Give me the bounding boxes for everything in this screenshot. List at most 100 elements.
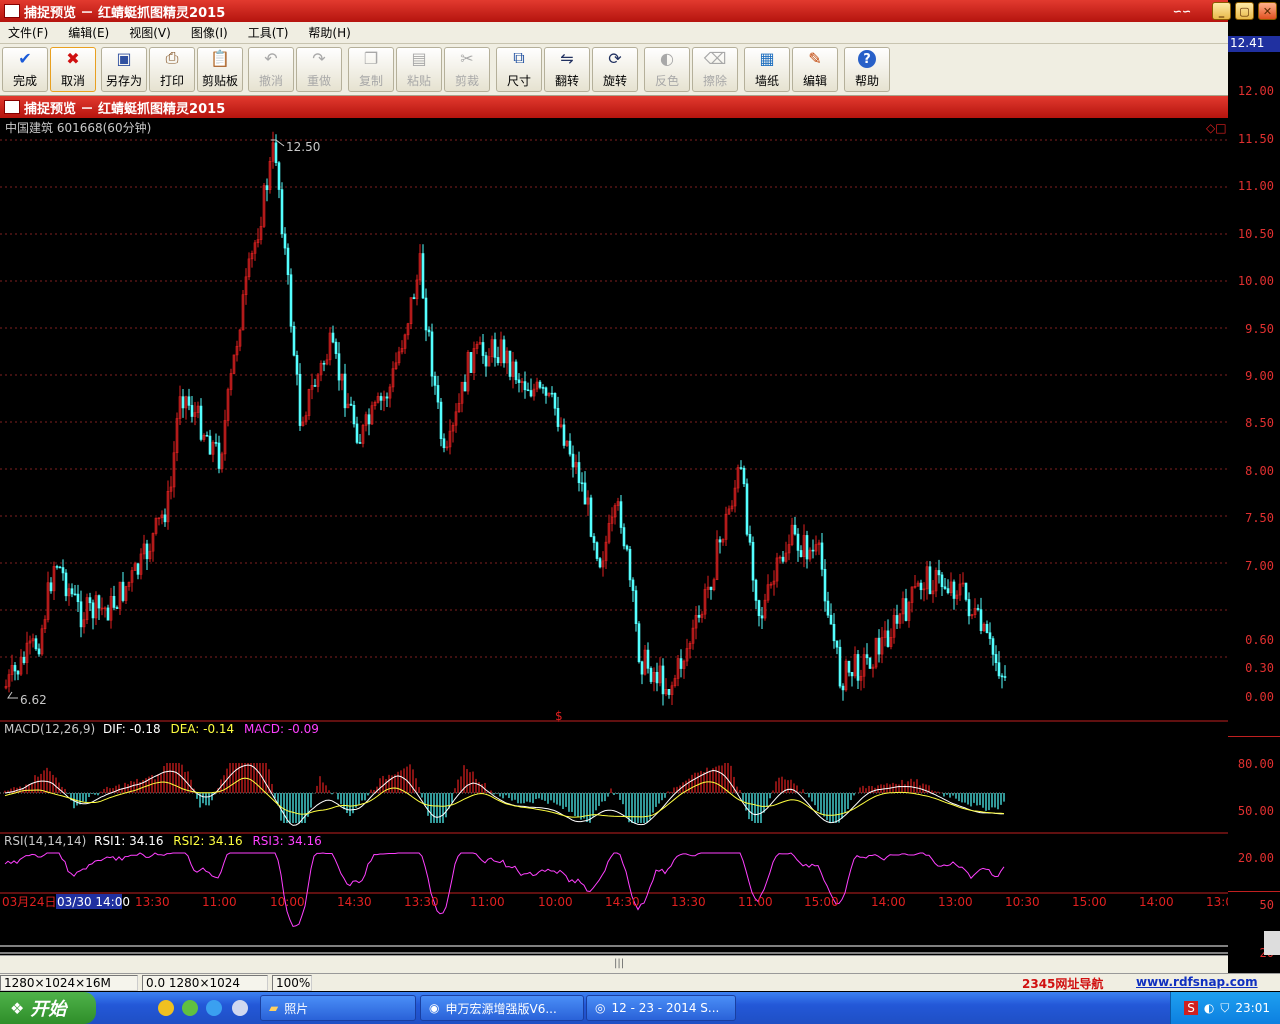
menu-view[interactable]: 视图(V) xyxy=(129,24,171,41)
menu-file[interactable]: 文件(F) xyxy=(8,24,48,41)
erase-button[interactable]: ⌫ 擦除 xyxy=(692,47,738,92)
candle-body xyxy=(526,389,530,392)
print-button[interactable]: ⎙ 打印 xyxy=(149,47,195,92)
menu-tools[interactable]: 工具(T) xyxy=(248,24,289,41)
candle-body xyxy=(502,339,506,364)
axis-label: 10.50 xyxy=(1237,227,1274,241)
candle-body xyxy=(442,438,446,449)
candle-body xyxy=(976,608,980,610)
candle-body xyxy=(865,654,869,659)
rotate-button[interactable]: ⟳ 旋转 xyxy=(592,47,638,92)
date-label: 13:30 xyxy=(404,895,439,909)
candle-body xyxy=(337,353,341,381)
candle-body xyxy=(343,373,347,409)
candle-body xyxy=(940,574,944,588)
candle-body xyxy=(760,615,764,619)
scrollbar-thumb[interactable] xyxy=(1264,931,1280,955)
candle-body xyxy=(697,615,701,618)
paste-button[interactable]: ▤ 粘贴 xyxy=(396,47,442,92)
candle-body xyxy=(433,375,437,386)
start-button[interactable]: ❖ 开始 xyxy=(0,992,96,1024)
candle-body xyxy=(430,331,434,377)
menu-image[interactable]: 图像(I) xyxy=(191,24,228,41)
candle-body xyxy=(37,648,41,655)
price-axis-panel: 12.41 12.00 11.50 11.00 10.50 10.00 9.50… xyxy=(1228,36,1280,973)
invert-button[interactable]: ◐ 反色 xyxy=(644,47,690,92)
candle-body xyxy=(757,600,761,617)
ie-browser-icon[interactable] xyxy=(206,1000,222,1016)
candle-body xyxy=(634,590,638,624)
show-desktop-icon[interactable] xyxy=(232,1000,248,1016)
minimize-icon[interactable]: _ xyxy=(1212,2,1231,20)
axis-label: 10.00 xyxy=(1237,274,1274,288)
candle-body xyxy=(841,685,845,691)
horizontal-scrollbar[interactable]: ||| xyxy=(0,955,1228,973)
edit-button[interactable]: ✎ 编辑 xyxy=(792,47,838,92)
chart-corner-icons[interactable]: ◇□ xyxy=(1206,121,1227,135)
undo-button[interactable]: ↶ 撤消 xyxy=(248,47,294,92)
captured-chart-image[interactable]: 中国建筑 601668(60分钟) 12.50 6.62 $ ◇□ MACD(1… xyxy=(0,118,1241,973)
candle-body xyxy=(679,658,683,669)
edit-icon: ✎ xyxy=(808,48,822,68)
candle-body xyxy=(358,442,362,444)
candle-body xyxy=(199,405,203,440)
high-price-label: 12.50 xyxy=(286,140,320,154)
candle-body xyxy=(334,341,338,354)
maximize-icon[interactable]: ▢ xyxy=(1235,2,1254,20)
candle-body xyxy=(796,533,800,551)
candle-body xyxy=(436,385,440,403)
split-marker: $ xyxy=(555,709,563,723)
quicklaunch-icon[interactable] xyxy=(158,1000,174,1016)
task-photos[interactable]: ▰ 照片 xyxy=(260,995,416,1021)
candle-body xyxy=(280,189,284,235)
resize-button[interactable]: ⧉ 尺寸 xyxy=(496,47,542,92)
candle-body xyxy=(115,607,119,609)
cancel-button[interactable]: ✖ 取消 xyxy=(50,47,96,92)
candle-body xyxy=(349,403,353,406)
copy-button[interactable]: ❐ 复制 xyxy=(348,47,394,92)
candle-body xyxy=(583,482,587,505)
redo-button[interactable]: ↷ 重做 xyxy=(296,47,342,92)
rsi-legend: RSI(14,14,14) RSI1: 34.16 RSI2: 34.16 RS… xyxy=(4,834,322,848)
menu-help[interactable]: 帮助(H) xyxy=(308,24,350,41)
website-link[interactable]: www.rdfsnap.com xyxy=(1136,975,1258,989)
candle-body xyxy=(379,396,383,401)
tray-icon[interactable]: S xyxy=(1184,1001,1198,1015)
candle-body xyxy=(718,539,722,543)
flip-button[interactable]: ⇋ 翻转 xyxy=(544,47,590,92)
system-tray: S ◐ ⛉ 23:01 xyxy=(1170,992,1280,1024)
date-label: 11:00 xyxy=(202,895,237,909)
crop-icon: ✂ xyxy=(460,48,474,68)
task-stock-app[interactable]: ◉ 申万宏源增强版V6... xyxy=(420,995,584,1021)
quicklaunch-icon[interactable] xyxy=(182,1000,198,1016)
candle-body xyxy=(544,387,548,396)
axis-label: 20.00 xyxy=(1237,851,1274,865)
candle-body xyxy=(823,569,827,602)
shield-icon[interactable]: ⛉ xyxy=(1220,1001,1229,1016)
low-price-label: 6.62 xyxy=(20,693,47,707)
menu-edit[interactable]: 编辑(E) xyxy=(68,24,109,41)
save-as-button[interactable]: ▣ 另存为 xyxy=(101,47,147,92)
candle-body xyxy=(481,342,485,356)
close-window-icon[interactable]: ✕ xyxy=(1258,2,1277,20)
candle-body xyxy=(55,566,59,568)
date-label: 15:00 xyxy=(804,895,839,909)
tray-icon[interactable]: ◐ xyxy=(1204,1001,1214,1015)
date-label: 14:30 xyxy=(605,895,640,909)
candle-body xyxy=(793,524,797,535)
candle-body xyxy=(58,566,62,569)
done-button[interactable]: ✔ 完成 xyxy=(2,47,48,92)
candle-body xyxy=(277,162,281,190)
nav-link[interactable]: 2345网址导航 xyxy=(1022,975,1103,992)
candle-body xyxy=(292,325,296,356)
candle-body xyxy=(286,247,290,276)
wallpaper-button[interactable]: ▦ 墙纸 xyxy=(744,47,790,92)
crop-button[interactable]: ✂ 剪裁 xyxy=(444,47,490,92)
candle-body xyxy=(640,661,644,675)
image-dimensions: 1280×1024×16M xyxy=(0,975,138,991)
task-capture[interactable]: ◎ 12 - 23 - 2014 S... xyxy=(586,995,736,1021)
clipboard-button[interactable]: 📋 剪贴板 xyxy=(197,47,243,92)
axis-label: 0.00 xyxy=(1245,690,1274,704)
help-button[interactable]: ? 帮助 xyxy=(844,47,890,92)
candle-body xyxy=(97,595,101,609)
